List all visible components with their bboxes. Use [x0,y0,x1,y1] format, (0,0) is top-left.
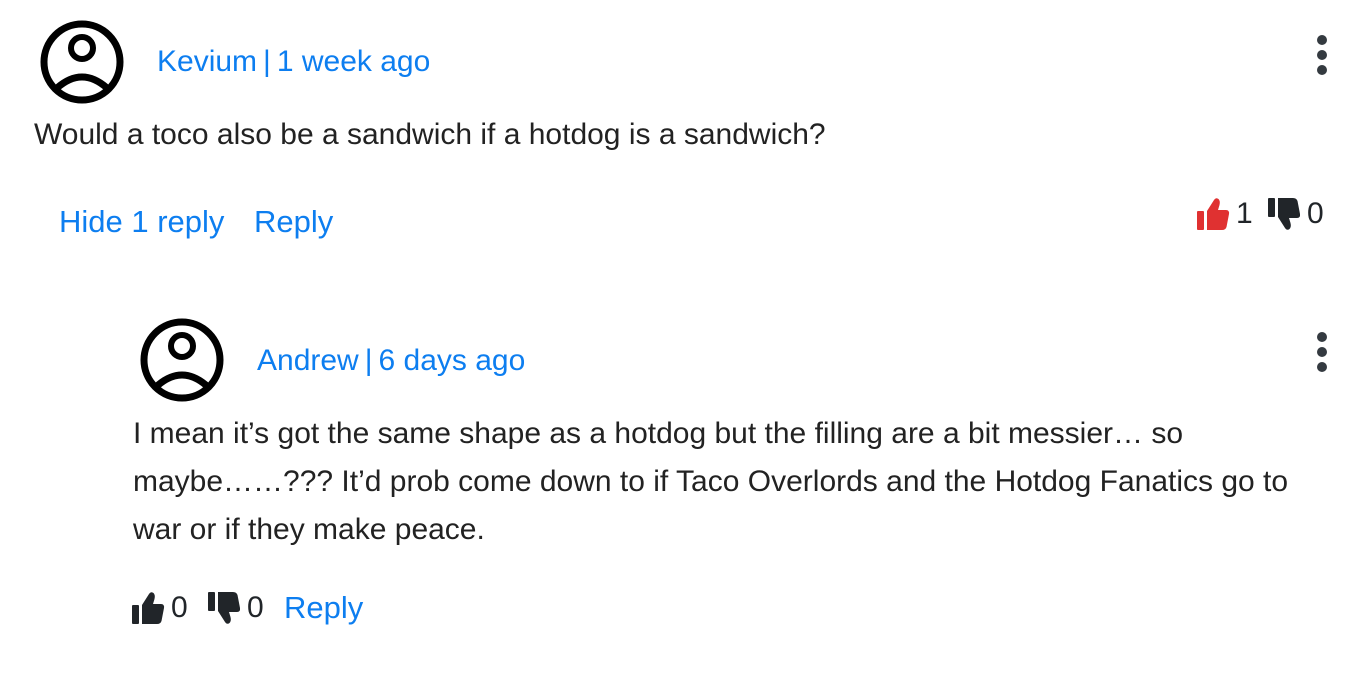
kebab-menu-icon[interactable] [1314,35,1330,79]
comment-text: Would a toco also be a sandwich if a hot… [34,118,826,151]
reply-time: 6 days ago [378,344,526,377]
like-count: 0 [171,591,188,624]
author-name[interactable]: Kevium [157,45,257,78]
thumbs-down-icon [1268,198,1301,230]
like-count: 1 [1236,197,1253,230]
like-button[interactable]: 0 [131,590,188,626]
thumbs-down-icon [208,592,241,624]
meta-separator: | [364,344,373,377]
reply-comment: Andrew | 6 days ago I mean it’s got the sa… [0,300,1360,660]
comment: Kevium | 1 week ago Would a toco also be a… [0,0,1360,270]
user-avatar-icon [40,20,124,104]
hide-replies-button[interactable]: Hide 1 reply [59,204,224,240]
dislike-button[interactable]: 0 [207,590,264,626]
dislike-count: 0 [247,591,264,624]
reply-button[interactable]: Reply [254,204,333,240]
like-button[interactable]: 1 [1196,196,1253,232]
thumbs-up-icon [132,592,165,624]
meta-separator: | [263,45,271,78]
dislike-count: 0 [1307,197,1324,230]
comment-time: 1 week ago [276,45,431,78]
kebab-menu-icon[interactable] [1314,332,1330,376]
reply-meta: Andrew | 6 days ago [257,344,525,378]
thumbs-up-icon [1197,198,1230,230]
author-name[interactable]: Andrew [257,344,359,377]
reply-text: I mean it’s got the same shape as a hotd… [133,417,1289,546]
user-avatar-icon [140,318,224,402]
reply-button[interactable]: Reply [284,590,363,626]
comment-meta: Kevium | 1 week ago [157,45,430,79]
dislike-button[interactable]: 0 [1267,196,1324,232]
